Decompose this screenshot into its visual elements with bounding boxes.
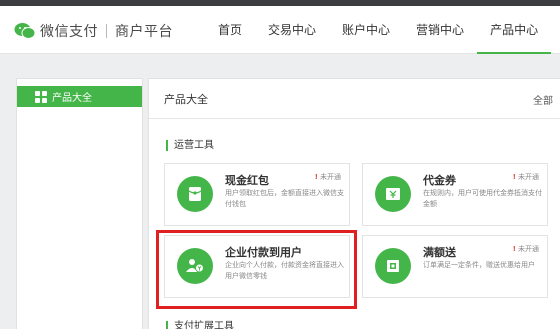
status-mark: !	[314, 173, 318, 181]
product-card-coupon[interactable]: 代金券 ! 未开通 在规则内，用户可使用代金券抵消支付金额	[362, 163, 548, 226]
status-text: 未开通	[320, 173, 341, 181]
coupon-icon	[375, 176, 411, 212]
brand-logo[interactable]: 微信支付 商户平台	[14, 21, 173, 41]
card-title: 满额送	[423, 246, 456, 259]
sidebar: 产品大全	[16, 78, 143, 329]
status-mark: !	[512, 173, 516, 181]
page-title: 产品大全	[164, 93, 208, 106]
nav-data-center[interactable]: 数	[551, 6, 560, 54]
product-card-cash-red-packet[interactable]: 现金红包 ! 未开通 用户领取红包后，金额直接进入微信支付钱包	[164, 163, 350, 226]
header: 微信支付 商户平台 首页 交易中心 账户中心 营销中心 产品中心 数	[0, 6, 560, 54]
section-title-payment-extensions: 支付扩展工具	[166, 321, 234, 329]
nav-trade-center[interactable]: 交易中心	[255, 6, 329, 54]
red-envelope-icon	[177, 176, 213, 212]
brand-separator	[106, 24, 107, 38]
gift-icon	[375, 248, 411, 284]
highlight-box	[156, 230, 357, 309]
sidebar-item-label: 产品大全	[52, 93, 92, 104]
status-badge: ! 未开通	[315, 172, 341, 182]
product-card-spend-threshold-gift[interactable]: 满额送 ! 未开通 订单满足一定条件，赠送优惠给用户	[362, 235, 548, 298]
status-mark: !	[512, 245, 516, 253]
status-badge: ! 未开通	[513, 172, 539, 182]
status-badge: ! 未开通	[513, 244, 539, 254]
card-description: 订单满足一定条件，赠送优惠给用户	[423, 261, 535, 269]
status-text: 未开通	[518, 173, 539, 181]
brand-subtitle: 商户平台	[115, 24, 173, 40]
brand-name: 微信支付	[40, 24, 98, 40]
card-description: 在规则内，用户可使用代金券抵消支付金额	[423, 189, 542, 208]
nav-home[interactable]: 首页	[205, 6, 255, 54]
section-title-operations: 运营工具	[166, 140, 214, 151]
card-title: 代金券	[423, 174, 456, 187]
sidebar-item-all-products[interactable]: 产品大全	[17, 86, 142, 107]
wechat-icon	[14, 23, 36, 39]
card-title: 现金红包	[225, 174, 269, 187]
title-divider	[149, 118, 560, 119]
main-panel: 产品大全 全部 运营工具 现金红包 ! 未开通 用户领取红包后，金额直接进入微信支…	[148, 78, 560, 329]
card-description: 用户领取红包后，金额直接进入微信支付钱包	[225, 189, 344, 208]
nav-marketing-center[interactable]: 营销中心	[403, 6, 477, 54]
main-nav: 首页 交易中心 账户中心 营销中心 产品中心 数	[205, 6, 560, 54]
grid-icon	[35, 90, 47, 103]
nav-account-center[interactable]: 账户中心	[329, 6, 403, 54]
nav-product-center[interactable]: 产品中心	[477, 6, 552, 54]
status-text: 未开通	[518, 245, 539, 253]
all-link[interactable]: 全部	[533, 92, 553, 107]
